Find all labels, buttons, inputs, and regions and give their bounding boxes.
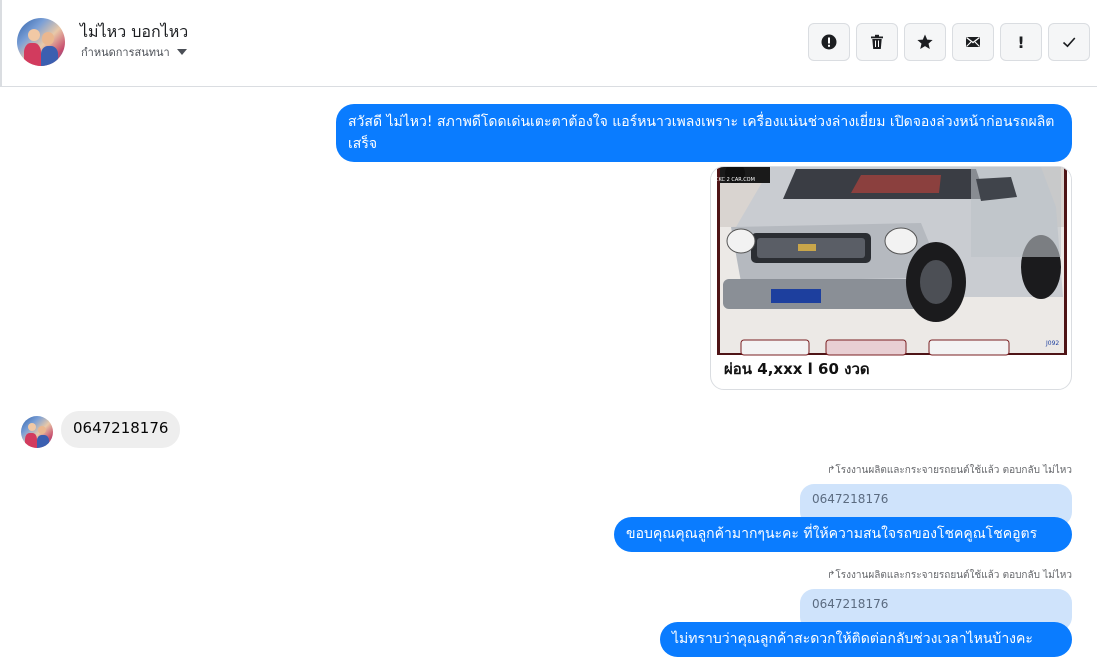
outgoing-message-thanks[interactable]: ขอบคุณคุณลูกค้ามากๆนะคะ ที่ให้ความสนใจรถ… (614, 517, 1072, 552)
important-button[interactable]: ! (1000, 23, 1042, 61)
contact-avatar[interactable] (17, 18, 65, 66)
mark-spam-button[interactable] (808, 23, 850, 61)
star-icon (917, 34, 933, 49)
conversation-header: ไม่ไหว บอกไหว กำหนดการสนทนา ! (0, 0, 1097, 87)
mark-done-button[interactable] (1048, 23, 1090, 61)
contact-avatar-small[interactable] (21, 416, 53, 448)
reply-note: ↱โรงงานผลิตและกระจายรถยนต์ใช้แล้ว ตอบกลั… (780, 568, 1072, 583)
card-watermark: CKC 2 CAR.COM (715, 177, 755, 183)
reply-note-text: โรงงานผลิตและกระจายรถยนต์ใช้แล้ว ตอบกลับ… (835, 465, 1072, 476)
reply-note: ↱โรงงานผลิตและกระจายรถยนต์ใช้แล้ว ตอบกลั… (780, 463, 1072, 478)
car-offer-card[interactable]: CKC 2 CAR.COM J092 ผ่อน 4,xxx l 60 งวด (710, 166, 1072, 390)
mail-icon (966, 36, 980, 47)
conversation-settings-label: กำหนดการสนทนา (81, 46, 170, 59)
caret-down-icon (176, 49, 187, 55)
star-button[interactable] (904, 23, 946, 61)
reply-note-text: โรงงานผลิตและกระจายรถยนต์ใช้แล้ว ตอบกลับ… (835, 570, 1072, 581)
outgoing-message-greeting[interactable]: สวัสดี ไม่ไหว! สภาพดีโดดเด่นเตะตาต้องใจ … (336, 104, 1072, 162)
contact-name[interactable]: ไม่ไหว บอกไหว (80, 20, 188, 45)
exclamation-icon: ! (1017, 32, 1025, 52)
card-tag: J092 (1045, 340, 1059, 347)
check-icon (1062, 37, 1076, 48)
conversation-settings-dropdown[interactable]: กำหนดการสนทนา (81, 43, 187, 61)
mark-unread-button[interactable] (952, 23, 994, 61)
card-caption: ผ่อน 4,xxx l 60 งวด (724, 360, 870, 378)
outgoing-message-contact-time[interactable]: ไม่ทราบว่าคุณลูกค้าสะดวกให้ติดต่อกลับช่ว… (660, 622, 1072, 657)
car-photo: CKC 2 CAR.COM J092 (711, 167, 1071, 357)
delete-button[interactable] (856, 23, 898, 61)
incoming-message-phone[interactable]: 0647218176 (61, 411, 181, 448)
alert-circle-icon (821, 34, 837, 50)
trash-icon (871, 34, 883, 49)
